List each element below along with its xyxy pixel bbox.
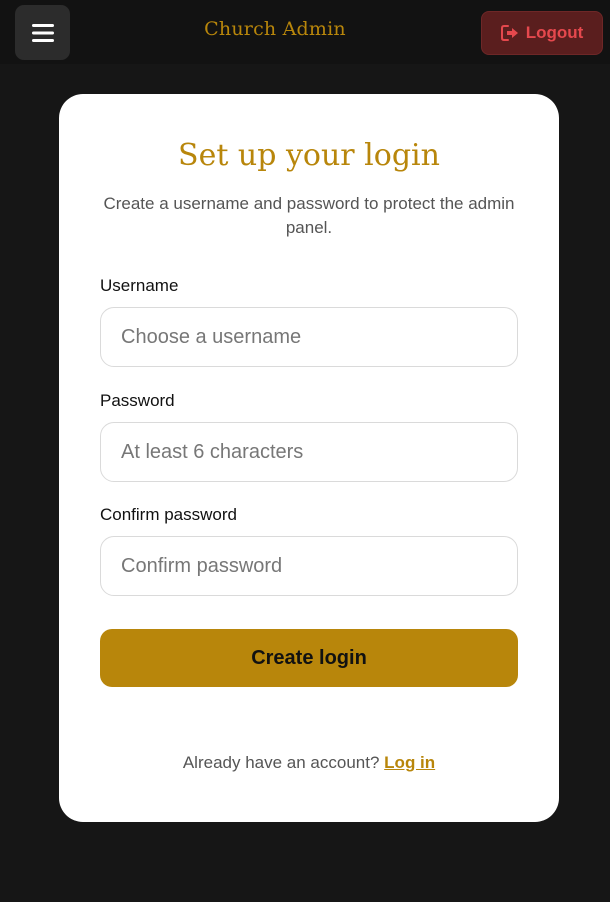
card-title: Set up your login <box>178 138 440 173</box>
confirm-password-label: Confirm password <box>100 505 237 524</box>
create-login-button[interactable]: Create login <box>100 629 518 687</box>
hamburger-icon <box>31 23 54 42</box>
login-prompt: Already have an account? Log in <box>59 753 559 773</box>
logout-label: Logout <box>525 23 584 42</box>
login-prompt-text: Already have an account? <box>182 753 380 772</box>
menu-button[interactable] <box>15 5 70 60</box>
password-label: Password <box>100 391 175 410</box>
top-bar: Church Admin Logout <box>0 0 610 64</box>
confirm-password-input[interactable] <box>100 536 518 596</box>
username-input[interactable] <box>100 307 518 367</box>
brand-title: Church Admin <box>204 18 346 40</box>
username-label: Username <box>100 276 179 295</box>
login-link[interactable]: Log in <box>384 753 435 772</box>
card-subtitle: Create a username and password to protec… <box>103 194 515 237</box>
sign-out-icon <box>500 25 518 41</box>
login-setup-card: Set up your login Create a username and … <box>59 94 559 822</box>
password-input[interactable] <box>100 422 518 482</box>
logout-button[interactable]: Logout <box>481 11 603 55</box>
